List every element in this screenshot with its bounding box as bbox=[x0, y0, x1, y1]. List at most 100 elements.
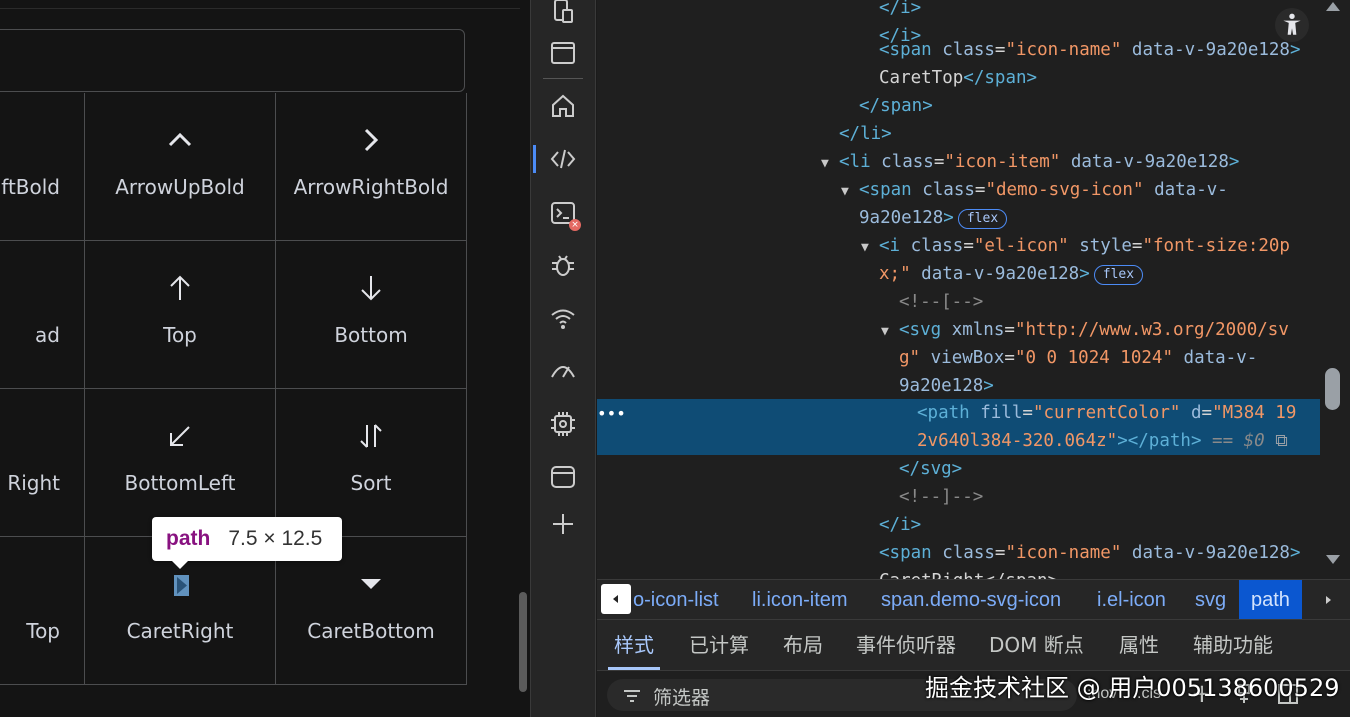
bottom-arrow-icon bbox=[276, 271, 466, 305]
tab-accessibility[interactable]: 辅助功能 bbox=[1193, 620, 1273, 670]
tab-properties[interactable]: 属性 bbox=[1119, 620, 1159, 670]
window-icon[interactable] bbox=[547, 37, 579, 69]
page-preview: ftBold ArrowUpBold ArrowRightBold ad Top bbox=[0, 0, 530, 717]
element-breadcrumb: o-icon-list li.icon-item span.demo-svg-i… bbox=[597, 579, 1350, 620]
arrow-up-bold-icon bbox=[85, 123, 275, 157]
device-toolbar-icon[interactable] bbox=[547, 0, 579, 28]
dom-line[interactable]: </i> bbox=[597, 511, 1320, 539]
error-badge: × bbox=[569, 219, 581, 231]
dom-tree-scrollbar[interactable] bbox=[1320, 0, 1350, 579]
flex-badge[interactable]: flex bbox=[1093, 265, 1144, 285]
icon-cell-arrow-up-bold[interactable]: ArrowUpBold bbox=[85, 93, 276, 241]
dom-line[interactable]: CaretRight</span> bbox=[597, 567, 1320, 579]
dom-line[interactable]: <!--]--> bbox=[597, 483, 1320, 511]
caret-bottom-icon bbox=[276, 567, 466, 601]
icon-name: ArrowUpBold bbox=[115, 175, 245, 199]
tab-styles[interactable]: 样式 bbox=[608, 620, 660, 670]
icon-cell-top[interactable]: Top bbox=[85, 241, 276, 389]
console-icon[interactable]: × bbox=[547, 197, 581, 231]
divider bbox=[0, 8, 520, 9]
copy-icon[interactable]: ⧉ bbox=[1275, 431, 1288, 451]
icon-cell-partial[interactable]: ad bbox=[0, 241, 85, 389]
icon-cell-bottom[interactable]: Bottom bbox=[276, 241, 467, 389]
expand-triangle-icon[interactable]: ▼ bbox=[821, 150, 839, 178]
dom-line[interactable]: ▼ <svg xmlns="http://www.w3.org/2000/sv bbox=[597, 316, 1320, 344]
icon-name: Sort bbox=[350, 471, 392, 495]
icon-name: ad bbox=[35, 323, 60, 347]
elements-dom-tree[interactable]: </i> </i> <span class="icon-name" data-v… bbox=[597, 0, 1320, 579]
memory-chip-icon[interactable] bbox=[547, 408, 579, 440]
icon-name: CaretBottom bbox=[307, 619, 435, 643]
tab-dom-breakpoints[interactable]: DOM 断点 bbox=[989, 620, 1084, 670]
tooltip-tag: path bbox=[166, 527, 211, 550]
styles-panel-tabs: 样式 已计算 布局 事件侦听器 DOM 断点 属性 辅助功能 bbox=[597, 620, 1350, 670]
icon-name: Top bbox=[163, 323, 197, 347]
performance-icon[interactable] bbox=[547, 355, 579, 387]
dom-line[interactable]: x;" data-v-9a20e128> flex bbox=[597, 260, 1320, 288]
icon-name: CaretRight bbox=[126, 619, 234, 643]
expand-triangle-icon[interactable]: ▼ bbox=[861, 234, 879, 262]
dom-line[interactable]: <!--[--> bbox=[597, 288, 1320, 316]
flex-badge[interactable]: flex bbox=[957, 209, 1008, 229]
icon-cell-partial[interactable]: Top bbox=[0, 537, 85, 685]
tab-layout[interactable]: 布局 bbox=[783, 620, 823, 670]
breadcrumb-item[interactable]: i.el-icon bbox=[1097, 580, 1166, 619]
dom-line[interactable]: </span> bbox=[597, 92, 1320, 120]
expand-triangle-icon[interactable]: ▼ bbox=[841, 178, 859, 206]
dom-line[interactable]: g" viewBox="0 0 1024 1024" data-v- bbox=[597, 344, 1320, 372]
scroll-up-icon[interactable] bbox=[1326, 2, 1340, 11]
icon-cell-bottom-left[interactable]: BottomLeft bbox=[85, 389, 276, 537]
caret-right-icon[interactable] bbox=[174, 575, 189, 596]
page-scrollbar[interactable] bbox=[519, 592, 527, 692]
sort-icon bbox=[276, 419, 466, 453]
icon-name: ftBold bbox=[1, 175, 60, 199]
dom-line[interactable]: </i> bbox=[597, 0, 1320, 22]
scroll-down-icon[interactable] bbox=[1326, 555, 1340, 564]
filter-placeholder: 筛选器 bbox=[653, 687, 711, 709]
icon-name: BottomLeft bbox=[124, 471, 236, 495]
icon-name: Bottom bbox=[334, 323, 408, 347]
icon-cell-partial[interactable]: Right bbox=[0, 389, 85, 537]
dom-line[interactable]: </svg> bbox=[597, 455, 1320, 483]
breadcrumb-item-active[interactable]: path bbox=[1239, 580, 1302, 619]
accessibility-icon[interactable] bbox=[1275, 8, 1309, 42]
dom-line-selected[interactable]: 2v640l384-320.064z"></path> == $0 ⧉ bbox=[597, 427, 1320, 455]
devtools-activity-bar: × bbox=[530, 0, 596, 717]
dom-line[interactable]: CaretTop</span> bbox=[597, 64, 1320, 92]
dom-line-selected[interactable]: <path fill="currentColor" d="M384 19 bbox=[597, 399, 1320, 427]
dom-line[interactable]: ▼ <span class="demo-svg-icon" data-v- bbox=[597, 176, 1320, 204]
more-options-icon[interactable]: ••• bbox=[597, 404, 626, 423]
dom-line[interactable]: </li> bbox=[597, 120, 1320, 148]
divider bbox=[543, 78, 583, 79]
breadcrumb-item[interactable]: o-icon-list bbox=[633, 580, 719, 619]
chevron-right-icon[interactable] bbox=[1306, 580, 1350, 619]
icon-name: Top bbox=[26, 619, 60, 643]
breadcrumb-item[interactable]: span.demo-svg-icon bbox=[881, 580, 1061, 619]
dom-line[interactable]: 9a20e128> flex bbox=[597, 204, 1320, 232]
icon-cell-sort[interactable]: Sort bbox=[276, 389, 467, 537]
dom-line[interactable]: ▼ <i class="el-icon" style="font-size:20p bbox=[597, 232, 1320, 260]
bottom-left-arrow-icon bbox=[85, 419, 275, 453]
dom-line[interactable]: ▼ <li class="icon-item" data-v-9a20e128> bbox=[597, 148, 1320, 176]
dom-line[interactable]: 9a20e128> bbox=[597, 372, 1320, 400]
home-icon[interactable] bbox=[547, 90, 579, 122]
dom-line[interactable]: <span class="icon-name" data-v-9a20e128> bbox=[597, 539, 1320, 567]
elements-icon[interactable] bbox=[533, 143, 579, 175]
breadcrumb-item[interactable]: li.icon-item bbox=[752, 580, 848, 619]
icon-name: ArrowRightBold bbox=[293, 175, 449, 199]
bug-icon[interactable] bbox=[547, 249, 579, 281]
chevron-left-icon[interactable] bbox=[601, 584, 631, 614]
icon-cell-arrow-left-bold[interactable]: ftBold bbox=[0, 93, 85, 241]
tab-computed[interactable]: 已计算 bbox=[689, 620, 749, 670]
dom-line[interactable]: <span class="icon-name" data-v-9a20e128> bbox=[597, 36, 1320, 64]
scroll-thumb[interactable] bbox=[1325, 368, 1340, 410]
wifi-icon[interactable] bbox=[547, 302, 579, 334]
icon-cell-arrow-right-bold[interactable]: ArrowRightBold bbox=[276, 93, 467, 241]
icon-search-input[interactable] bbox=[0, 29, 465, 92]
tab-event-listeners[interactable]: 事件侦听器 bbox=[856, 620, 956, 670]
application-icon[interactable] bbox=[547, 461, 579, 493]
more-tools-plus-icon[interactable] bbox=[547, 508, 579, 540]
arrow-right-bold-icon bbox=[276, 123, 466, 157]
expand-triangle-icon[interactable]: ▼ bbox=[881, 318, 899, 346]
breadcrumb-item[interactable]: svg bbox=[1195, 580, 1226, 619]
